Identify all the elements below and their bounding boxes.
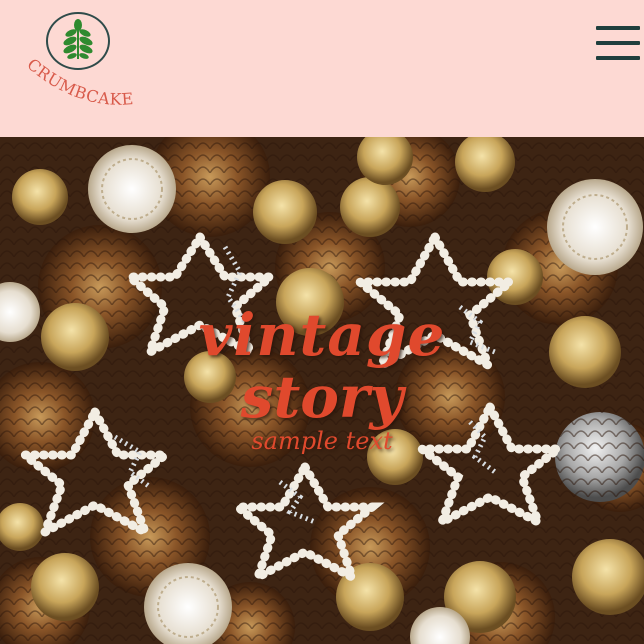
hero-banner: vintage story sample text (0, 137, 644, 644)
leaf-sprig-icon (63, 19, 93, 59)
site-header: CRUMBCAKES (0, 0, 644, 137)
svg-text:CRUMBCAKES: CRUMBCAKES (22, 58, 134, 109)
hero-subtitle: sample text (251, 427, 393, 455)
hero-title-line2: story (240, 363, 404, 431)
hero-title-line1: vintage (198, 301, 446, 369)
brand-name: CRUMBCAKES (22, 58, 134, 109)
hamburger-menu-icon[interactable] (596, 26, 640, 64)
brand-logo[interactable]: CRUMBCAKES (22, 10, 142, 120)
